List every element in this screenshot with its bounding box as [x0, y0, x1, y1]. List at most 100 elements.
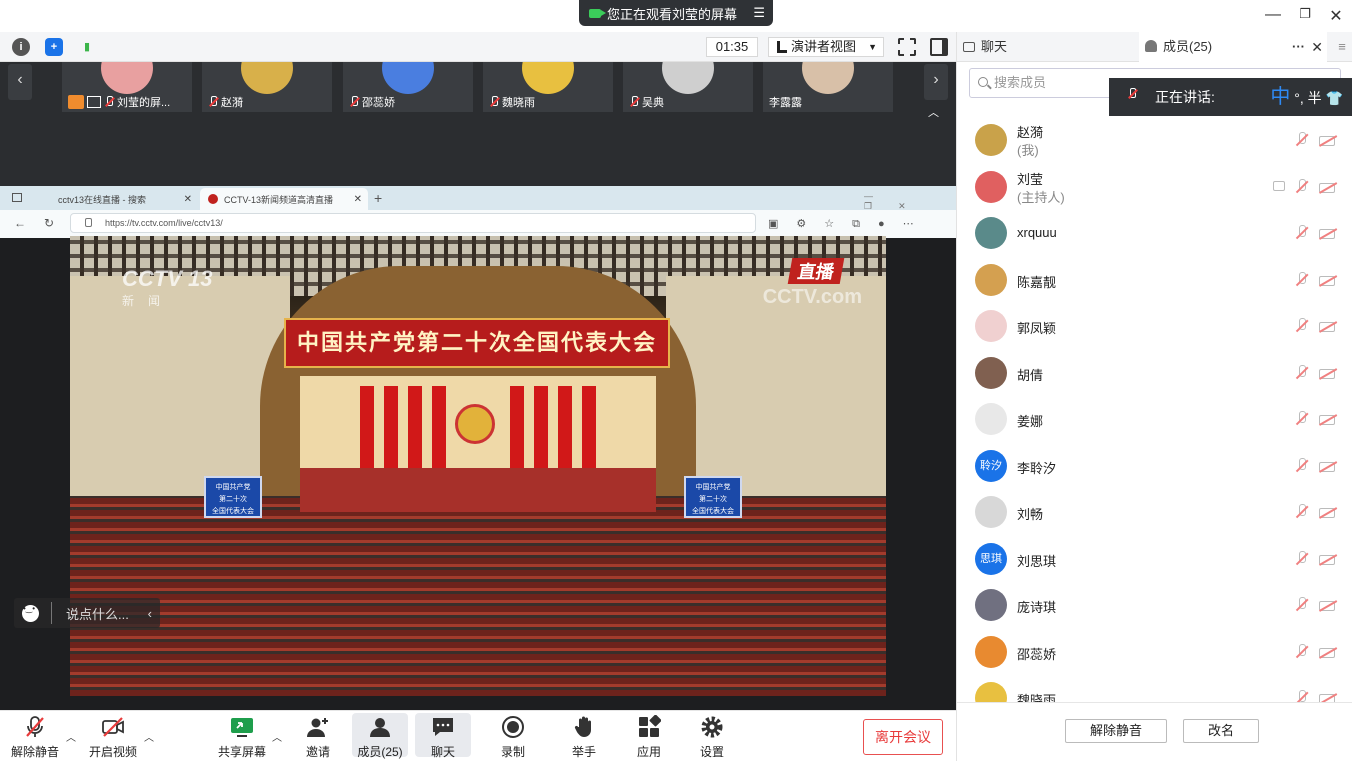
- thumbnail-1[interactable]: 赵漪: [202, 62, 332, 112]
- view-mode-select[interactable]: 演讲者视图 ▼: [768, 37, 884, 57]
- member-row[interactable]: 魏晓雨: [957, 676, 1352, 702]
- menu-icon[interactable]: ☰: [753, 5, 765, 21]
- mic-off-icon[interactable]: [1295, 457, 1309, 474]
- rename-button[interactable]: 改名: [1183, 719, 1259, 743]
- screen-share-notice[interactable]: 您正在观看刘莹的屏幕 ☰: [579, 0, 773, 26]
- avatar: [975, 682, 1007, 702]
- video-off-icon[interactable]: [1319, 275, 1335, 286]
- tab-actions-icon: [12, 193, 22, 202]
- maximize-button[interactable]: ❐: [1295, 6, 1315, 22]
- strip-next-button[interactable]: ›: [924, 64, 948, 100]
- mic-off-icon[interactable]: [1295, 597, 1309, 613]
- chevron-up-icon[interactable]: ︿: [144, 729, 154, 744]
- member-row[interactable]: 聆汐 李聆汐: [957, 444, 1352, 490]
- member-row[interactable]: 胡倩: [957, 351, 1352, 397]
- thumbnail-3[interactable]: 魏晓雨: [483, 62, 613, 112]
- close-button[interactable]: ✕: [1326, 6, 1346, 26]
- unmute-button[interactable]: 解除静音: [7, 715, 63, 760]
- close-icon[interactable]: ✕: [1311, 32, 1323, 62]
- member-row[interactable]: xrquuu: [957, 211, 1352, 257]
- gear-icon: [700, 715, 724, 739]
- video-off-icon[interactable]: [1319, 368, 1335, 379]
- minimize-button[interactable]: —: [1263, 6, 1283, 24]
- mic-off-icon[interactable]: [1295, 690, 1309, 702]
- video-off-icon[interactable]: [1319, 508, 1335, 518]
- video-off-icon[interactable]: [1319, 601, 1335, 611]
- member-role: (我): [1017, 143, 1039, 158]
- member-row[interactable]: 郭凤颖: [957, 304, 1352, 350]
- chevron-down-icon: ▼: [868, 42, 877, 52]
- unmute-all-button[interactable]: 解除静音: [1065, 719, 1167, 743]
- video-off-icon[interactable]: [1319, 647, 1335, 658]
- avatar: [662, 62, 714, 94]
- sign-line: 第二十次: [219, 495, 247, 503]
- shield-icon[interactable]: +: [45, 38, 63, 56]
- cctv-watermark: CCTV.com: [762, 286, 862, 308]
- video-off-icon[interactable]: [1319, 554, 1335, 565]
- member-name: xrquuu: [1017, 225, 1057, 240]
- strip-collapse-icon[interactable]: ︿: [928, 104, 939, 120]
- mic-off-icon[interactable]: [1295, 132, 1309, 148]
- cctv13-logo-sub: 新闻: [122, 294, 175, 308]
- member-row[interactable]: 姜娜: [957, 397, 1352, 443]
- mic-off-icon[interactable]: [1295, 550, 1309, 567]
- more-icon[interactable]: ···: [1292, 32, 1305, 62]
- members-button[interactable]: 成员(25): [352, 713, 408, 759]
- emoji-icon[interactable]: [22, 604, 39, 622]
- record-button[interactable]: 录制: [485, 715, 541, 760]
- thumbnail-2[interactable]: 邵蕊娇: [343, 62, 473, 112]
- mic-off-icon[interactable]: [1295, 178, 1309, 195]
- member-row[interactable]: 思琪 刘思琪: [957, 537, 1352, 583]
- ime-toolbar[interactable]: 中 °, 半 👕: [1270, 78, 1343, 117]
- video-off-icon[interactable]: [1319, 322, 1335, 332]
- member-row[interactable]: 赵漪 (我): [957, 118, 1352, 164]
- camera-icon: [589, 8, 606, 18]
- comment-input[interactable]: 说点什么... ‹: [14, 598, 160, 628]
- mic-off-icon[interactable]: [1295, 271, 1309, 288]
- member-row[interactable]: 刘畅: [957, 490, 1352, 536]
- leave-meeting-button[interactable]: 离开会议: [863, 719, 943, 755]
- fullscreen-icon[interactable]: [898, 38, 916, 56]
- member-row[interactable]: 庞诗琪: [957, 583, 1352, 629]
- mic-off-icon[interactable]: [1295, 643, 1309, 660]
- member-row[interactable]: 邵蕊娇: [957, 630, 1352, 676]
- chevron-up-icon[interactable]: ︿: [272, 729, 282, 744]
- mic-off-icon[interactable]: [1295, 318, 1309, 334]
- video-off-icon[interactable]: [1319, 461, 1335, 472]
- mic-off-icon[interactable]: [1295, 364, 1309, 381]
- video-off-icon[interactable]: [1319, 136, 1335, 146]
- red-flag: [510, 386, 524, 476]
- chevron-up-icon[interactable]: ︿: [66, 729, 76, 744]
- thumbnail-name: 魏晓雨: [502, 97, 535, 109]
- chat-button[interactable]: 聊天: [415, 713, 471, 759]
- apps-button[interactable]: 应用: [621, 714, 677, 760]
- chevron-left-icon[interactable]: ‹: [148, 606, 152, 621]
- sign-line: 第二十次: [699, 495, 727, 503]
- sidebar-toggle-icon[interactable]: [930, 38, 948, 56]
- settings-button[interactable]: 设置: [684, 715, 740, 760]
- browser-window-controls: —❐✕: [864, 191, 932, 211]
- mic-off-icon[interactable]: [1295, 225, 1309, 241]
- panel-menu-icon[interactable]: ≡: [1331, 32, 1352, 62]
- thumbnail-4[interactable]: 吴典: [623, 62, 753, 112]
- thumbnail-0[interactable]: 刘莹的屏...: [62, 62, 192, 112]
- tab-members[interactable]: 成员(25) ··· ✕: [1139, 32, 1327, 62]
- thumbnail-5[interactable]: 李露露: [763, 62, 893, 112]
- video-off-icon[interactable]: [1319, 229, 1335, 239]
- info-icon[interactable]: i: [12, 38, 30, 56]
- signal-icon[interactable]: ▮: [78, 38, 96, 56]
- raise-hand-button[interactable]: 举手: [556, 715, 612, 760]
- member-row[interactable]: 陈嘉靓: [957, 258, 1352, 304]
- invite-button[interactable]: 邀请: [290, 715, 346, 760]
- mic-off-icon[interactable]: [1295, 504, 1309, 520]
- mic-off-icon: [208, 96, 218, 108]
- tab-chat[interactable]: 聊天: [957, 32, 1139, 62]
- member-row[interactable]: 刘莹 (主持人): [957, 165, 1352, 211]
- strip-prev-button[interactable]: ‹: [8, 64, 32, 100]
- video-off-icon[interactable]: [1319, 415, 1335, 425]
- start-video-button[interactable]: 开启视频: [85, 715, 141, 760]
- share-screen-button[interactable]: 共享屏幕: [214, 715, 270, 760]
- video-off-icon[interactable]: [1319, 694, 1335, 702]
- video-off-icon[interactable]: [1319, 182, 1335, 193]
- mic-off-icon[interactable]: [1295, 411, 1309, 427]
